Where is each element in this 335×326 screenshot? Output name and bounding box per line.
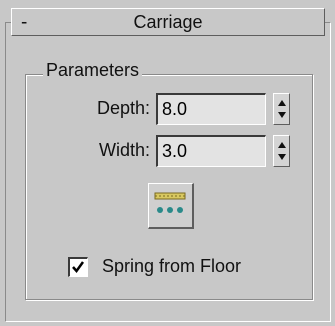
spinner-up-arrow-icon[interactable] (278, 100, 286, 106)
depth-input[interactable]: 8.0 (156, 93, 266, 125)
rollout-title: Carriage (133, 12, 203, 32)
spinner-up-arrow-icon[interactable] (278, 142, 286, 148)
spring-from-floor-label[interactable]: Spring from Floor (102, 256, 241, 277)
carriage-rollout-header[interactable]: - Carriage (11, 8, 325, 36)
width-label: Width: (98, 140, 150, 160)
spring-from-floor-checkbox[interactable] (68, 257, 88, 277)
carriage-stringer-icon (154, 192, 186, 213)
depth-label: Depth: (96, 98, 150, 118)
parameters-group-label: Parameters (43, 60, 143, 81)
spinner-down-arrow-icon[interactable] (278, 154, 286, 160)
carriage-rollout-panel: - Carriage Parameters Depth: 8.0 Width: … (0, 0, 335, 326)
spinner-down-arrow-icon[interactable] (278, 112, 286, 118)
depth-spinner[interactable] (273, 93, 290, 125)
width-input[interactable]: 3.0 (156, 135, 266, 167)
width-spinner[interactable] (273, 135, 290, 167)
checkmark-icon (72, 261, 85, 274)
carriage-icon-button[interactable] (148, 183, 194, 229)
